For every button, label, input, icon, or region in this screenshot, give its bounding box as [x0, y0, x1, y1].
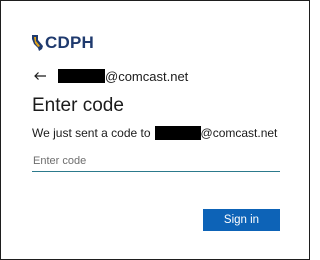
signin-dialog: CDPH @comcast.net Enter code We just sen… [0, 0, 310, 260]
california-state-icon [32, 35, 43, 51]
back-arrow-icon[interactable] [33, 70, 47, 82]
code-input[interactable] [32, 151, 280, 172]
redacted-username [154, 126, 201, 140]
description-email-domain: @comcast.net [200, 126, 278, 140]
description-text: We just sent a code to [32, 126, 151, 140]
code-sent-description: We just sent a code to @comcast.net [32, 125, 277, 141]
cdph-logo: CDPH [30, 33, 94, 53]
sign-in-button[interactable]: Sign in [203, 209, 280, 231]
logo-text: CDPH [45, 33, 94, 52]
identity-email-domain: @comcast.net [105, 68, 189, 84]
page-title: Enter code [32, 95, 124, 116]
identity-banner: @comcast.net [33, 67, 188, 85]
redacted-username [58, 69, 105, 83]
